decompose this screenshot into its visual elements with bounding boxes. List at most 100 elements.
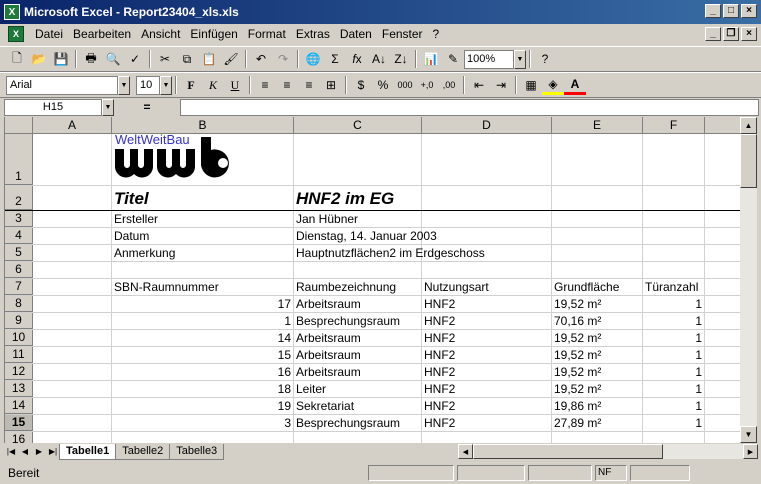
font-name-dropdown-arrow[interactable]: ▼ [118,75,130,95]
cell-d13[interactable]: HNF2 [422,381,552,397]
cell-e6[interactable] [552,262,643,278]
cell-b7[interactable]: SBN-Raumnummer [112,279,294,295]
cell-f1[interactable] [643,134,705,185]
open-icon[interactable]: 📂 [28,49,50,69]
menu-bearbeiten[interactable]: Bearbeiten [68,27,136,41]
cell-b3[interactable]: Ersteller [112,211,294,227]
row-header[interactable]: 10 [5,330,33,346]
cell-e15[interactable]: 27,89 m² [552,415,643,431]
row-header[interactable]: 2 [5,186,33,210]
cell-a13[interactable] [33,381,112,397]
cell-a7[interactable] [33,279,112,295]
cell-b4[interactable]: Datum [112,228,294,244]
cell-b6[interactable] [112,262,294,278]
cell-e11[interactable]: 19,52 m² [552,347,643,363]
cell-d16[interactable] [422,432,552,443]
vertical-scroll-thumb[interactable] [740,134,757,188]
cell-b14[interactable]: 19 [112,398,294,414]
cell-f6[interactable] [643,262,705,278]
cell-b5[interactable]: Anmerkung [112,245,294,261]
cell-c11[interactable]: Arbeitsraum [294,347,422,363]
cell-f3[interactable] [643,211,705,227]
menu-daten[interactable]: Daten [335,27,377,41]
cell-e12[interactable]: 19,52 m² [552,364,643,380]
row-header[interactable]: 9 [5,313,33,329]
row-header[interactable]: 6 [5,262,33,278]
cell-e13[interactable]: 19,52 m² [552,381,643,397]
scroll-down-arrow[interactable]: ▼ [740,426,757,443]
wwb-logo[interactable]: WeltWeitBau [113,133,263,179]
cell-f14[interactable]: 1 [643,398,705,414]
scroll-up-arrow[interactable]: ▲ [740,117,757,134]
cell-d1[interactable] [422,134,552,185]
cell-d5[interactable] [422,245,552,261]
cut-icon[interactable]: ✂ [154,49,176,69]
column-header-d[interactable]: D [422,117,552,134]
row-header[interactable]: 12 [5,364,33,380]
column-header-a[interactable]: A [33,117,112,134]
name-box[interactable]: H15 [4,98,102,116]
row-header[interactable]: 14 [5,398,33,414]
align-left-icon[interactable]: ≡ [254,75,276,95]
align-center-icon[interactable]: ≡ [276,75,298,95]
row-header[interactable]: 16 [5,432,33,443]
cell-f12[interactable]: 1 [643,364,705,380]
cell-a1[interactable] [33,134,112,185]
cell-a15[interactable] [33,415,112,431]
cell-e2[interactable] [552,186,643,210]
tab-tabelle2[interactable]: Tabelle2 [115,443,171,460]
cell-c16[interactable] [294,432,422,443]
cell-d11[interactable]: HNF2 [422,347,552,363]
name-box-dropdown-arrow[interactable]: ▼ [102,98,114,116]
cell-f7[interactable]: Türanzahl [643,279,705,295]
save-icon[interactable]: 💾 [50,49,72,69]
increase-indent-icon[interactable]: ⇥ [490,75,512,95]
underline-button[interactable]: U [224,75,246,95]
cell-c5[interactable]: Hauptnutzflächen2 im Erdgeschoss [294,245,485,261]
sort-desc-icon[interactable]: Z↓ [390,49,412,69]
cell-e3[interactable] [552,211,643,227]
cell-f2[interactable] [643,186,705,210]
decrease-decimal-icon[interactable]: ,00 [438,75,460,95]
column-header-c[interactable]: C [294,117,422,134]
function-icon[interactable]: fx [346,49,368,69]
print-preview-icon[interactable]: 🔍 [102,49,124,69]
menu-einfuegen[interactable]: Einfügen [185,27,242,41]
drawing-icon[interactable]: ✎ [442,49,464,69]
increase-decimal-icon[interactable]: +,0 [416,75,438,95]
cell-a11[interactable] [33,347,112,363]
font-name-input[interactable]: Arial [6,75,118,95]
sort-asc-icon[interactable]: A↓ [368,49,390,69]
cell-d3[interactable] [422,211,552,227]
horizontal-scroll-thumb[interactable] [473,444,663,459]
cell-c15[interactable]: Besprechungsraum [294,415,422,431]
cell-f11[interactable]: 1 [643,347,705,363]
cell-a3[interactable] [33,211,112,227]
cell-d9[interactable]: HNF2 [422,313,552,329]
cell-c6[interactable] [294,262,422,278]
cell-c9[interactable]: Besprechungsraum [294,313,422,329]
excel-icon[interactable]: X [4,4,20,20]
horizontal-scrollbar[interactable]: ◀ ▶ [458,444,758,459]
italic-button[interactable]: K [202,75,224,95]
currency-icon[interactable]: $ [350,75,372,95]
bold-button[interactable]: F [180,75,202,95]
equals-sign[interactable]: = [114,100,180,114]
cell-b2[interactable]: Titel [112,186,294,210]
merge-center-icon[interactable]: ⊞ [320,75,342,95]
chart-wizard-icon[interactable]: 📊 [420,49,442,69]
tab-tabelle3[interactable]: Tabelle3 [169,443,225,460]
cell-e8[interactable]: 19,52 m² [552,296,643,312]
cell-d14[interactable]: HNF2 [422,398,552,414]
row-header[interactable]: 5 [5,245,33,261]
fill-color-icon[interactable]: ◈ [542,75,564,95]
row-header-selected[interactable]: 15 [5,415,33,431]
align-right-icon[interactable]: ≡ [298,75,320,95]
cell-a9[interactable] [33,313,112,329]
thousands-icon[interactable]: 000 [394,75,416,95]
scroll-left-arrow[interactable]: ◀ [458,444,473,459]
first-sheet-icon[interactable]: |◀ [4,444,18,459]
undo-icon[interactable]: ↶ [250,49,272,69]
zoom-input[interactable]: 100% [464,49,514,69]
cell-b10[interactable]: 14 [112,330,294,346]
